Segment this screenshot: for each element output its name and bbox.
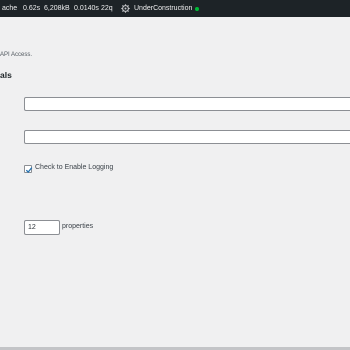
checkmark-icon <box>25 167 33 173</box>
site-name-link[interactable]: UnderConstruction <box>134 0 192 17</box>
memory-stat[interactable]: 6,208kB <box>44 0 70 17</box>
credential-field-1[interactable] <box>24 97 350 111</box>
load-time-stat[interactable]: 0.62s <box>23 0 40 17</box>
cache-menu-label[interactable]: ache <box>2 0 17 17</box>
logging-label: Check to Enable Logging <box>35 164 114 171</box>
intro-text: API Access. <box>0 52 33 58</box>
query-count-stat[interactable]: 22q <box>101 0 113 17</box>
section-heading: als <box>0 70 12 80</box>
credential-field-2[interactable] <box>24 130 350 144</box>
logging-checkbox[interactable] <box>24 165 33 173</box>
admin-bar: ache 0.62s 6,208kB 0.0140s 22q UnderCons… <box>0 0 350 17</box>
gear-icon[interactable] <box>121 4 130 13</box>
properties-suffix: properties <box>62 223 94 230</box>
query-time-stat[interactable]: 0.0140s <box>74 0 99 17</box>
properties-count-input[interactable] <box>24 220 60 235</box>
green-dot-icon <box>195 7 199 11</box>
